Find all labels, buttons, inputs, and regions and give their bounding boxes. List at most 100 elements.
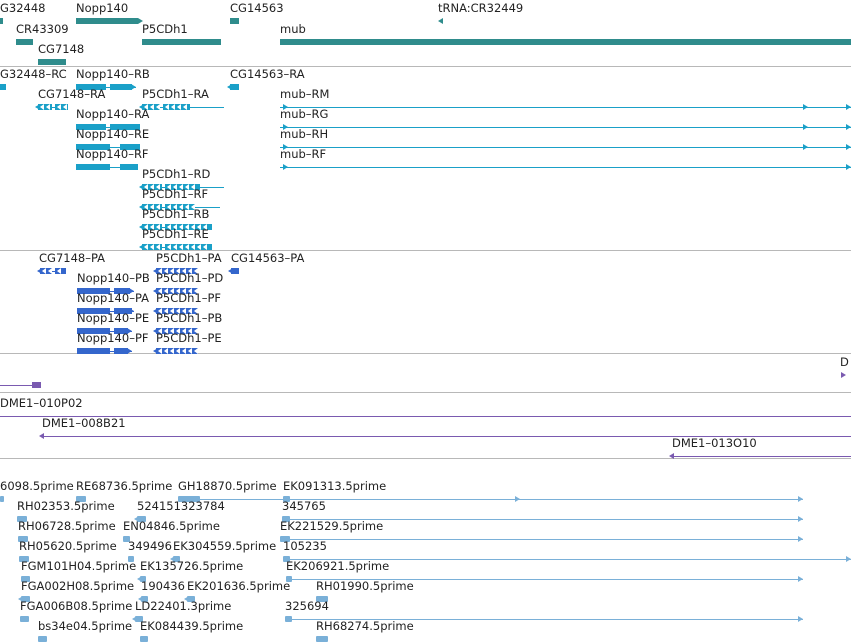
strand-chevron xyxy=(158,348,162,354)
feature-label: mub–RG xyxy=(280,107,329,121)
feature-label: Nopp140–PB xyxy=(77,271,150,285)
strand-arrow-right xyxy=(0,496,4,502)
feature-block xyxy=(316,636,328,642)
feature-line xyxy=(280,539,803,540)
feature-block xyxy=(142,39,221,45)
strand-chevron xyxy=(185,244,189,250)
strand-chevron xyxy=(179,244,183,250)
strand-arrow-right xyxy=(143,636,148,642)
strand-chevron xyxy=(165,104,169,110)
feature-label: 345765 xyxy=(282,499,326,513)
strand-chevron xyxy=(40,104,44,110)
feature-label: GH18870.5prime xyxy=(178,479,277,493)
feature-line xyxy=(0,416,851,417)
feature-label: RH68274.5prime xyxy=(316,619,414,633)
feature-label: 105235 xyxy=(283,539,327,553)
track-separator xyxy=(0,458,851,459)
feature-block xyxy=(77,348,110,354)
strand-chevron xyxy=(48,268,52,274)
feature-label: EK206921.5prime xyxy=(286,559,390,573)
feature-label: EK304559.5prime xyxy=(173,539,277,553)
feature-label: EK084439.5prime xyxy=(140,619,244,633)
feature-line xyxy=(672,456,851,457)
feature-label: P5CDh1–PD xyxy=(156,271,224,285)
strand-chevron xyxy=(156,104,160,110)
feature-label: CG14563–RA xyxy=(230,67,305,81)
strand-arrow-right xyxy=(798,516,803,522)
strand-chevron xyxy=(173,244,177,250)
feature-label: P5CDh1–RA xyxy=(142,87,209,101)
strand-chevron xyxy=(150,244,154,250)
feature-label: bs34e04.5prime xyxy=(38,619,133,633)
strand-chevron xyxy=(191,244,195,250)
feature-label: FGA006B08.5prime xyxy=(20,599,133,613)
feature-label: tRNA:CR32449 xyxy=(438,1,524,15)
feature-label: D xyxy=(840,355,849,369)
strand-chevron xyxy=(57,268,61,274)
feature-label: EK201636.5prime xyxy=(187,579,291,593)
feature-label: CG7148–PA xyxy=(39,251,106,265)
track-separator xyxy=(0,392,851,393)
feature-label: P5CDh1–RB xyxy=(142,207,210,221)
feature-line xyxy=(280,167,851,168)
feature-label: mub–RH xyxy=(280,127,329,141)
strand-arrow-left xyxy=(227,84,232,90)
strand-arrow-right xyxy=(798,536,803,542)
feature-label: LD22401.3prime xyxy=(135,599,232,613)
strand-arrow-left xyxy=(37,268,42,274)
strand-arrow-left xyxy=(153,348,158,354)
feature-label: EK135726.5prime xyxy=(140,559,244,573)
feature-label: CG7148 xyxy=(38,42,85,56)
feature-label: RH05620.5prime xyxy=(19,539,117,553)
feature-label: EN04846.5prime xyxy=(123,519,220,533)
feature-line xyxy=(280,147,851,148)
feature-label: 349496 xyxy=(128,539,172,553)
strand-arrow-right xyxy=(42,636,47,642)
feature-label: Nopp140–PE xyxy=(77,311,150,325)
strand-arrow-right xyxy=(846,556,851,562)
strand-chevron xyxy=(197,244,201,250)
strand-arrow-left xyxy=(35,104,40,110)
strand-chevron xyxy=(177,104,181,110)
feature-block xyxy=(110,84,132,90)
feature-label: P5CDh1–PB xyxy=(156,311,223,325)
strand-chevron xyxy=(183,104,187,110)
strand-arrow-right xyxy=(841,372,846,378)
feature-label: CG14563–PA xyxy=(231,251,305,265)
feature-label: P5CDh1–PA xyxy=(156,251,222,265)
strand-chevron xyxy=(203,244,207,250)
feature-label: Nopp140–RB xyxy=(76,67,150,81)
feature-label: mub–RF xyxy=(280,147,327,161)
strand-chevron xyxy=(144,244,148,250)
strand-arrow-right xyxy=(24,616,29,622)
feature-label: DME1–013O10 xyxy=(672,436,757,450)
feature-block xyxy=(285,616,292,622)
strand-chevron xyxy=(194,348,198,354)
strand-chevron xyxy=(171,104,175,110)
strand-chevron xyxy=(46,104,50,110)
feature-label: Nopp140–RA xyxy=(76,107,150,121)
feature-block xyxy=(230,18,239,24)
feature-label: P5CDh1–RE xyxy=(142,227,209,241)
strand-chevron xyxy=(150,104,154,110)
strand-chevron xyxy=(57,104,61,110)
feature-label: FGM101H04.5prime xyxy=(21,559,137,573)
feature-label: G32448 xyxy=(0,1,46,15)
feature-label: Nopp140–RF xyxy=(76,147,149,161)
feature-label: EK221529.5prime xyxy=(280,519,384,533)
feature-label: P5CDh1–RD xyxy=(142,167,211,181)
feature-line xyxy=(283,499,803,500)
strand-arrow-right xyxy=(131,84,136,90)
strand-arrow-right xyxy=(798,616,803,622)
strand-chevron xyxy=(170,348,174,354)
strand-arrow-right xyxy=(133,164,138,170)
feature-line xyxy=(280,127,851,128)
tick-arrow xyxy=(283,164,288,170)
strand-arrow-left xyxy=(139,244,144,250)
tick-arrow xyxy=(803,144,808,150)
strand-arrow-right xyxy=(846,104,851,110)
feature-label: G32448–RC xyxy=(0,67,67,81)
feature-label: RH06728.5prime xyxy=(18,519,116,533)
feature-label: FGA002H08.5prime xyxy=(21,579,135,593)
strand-arrow-left xyxy=(669,453,674,459)
